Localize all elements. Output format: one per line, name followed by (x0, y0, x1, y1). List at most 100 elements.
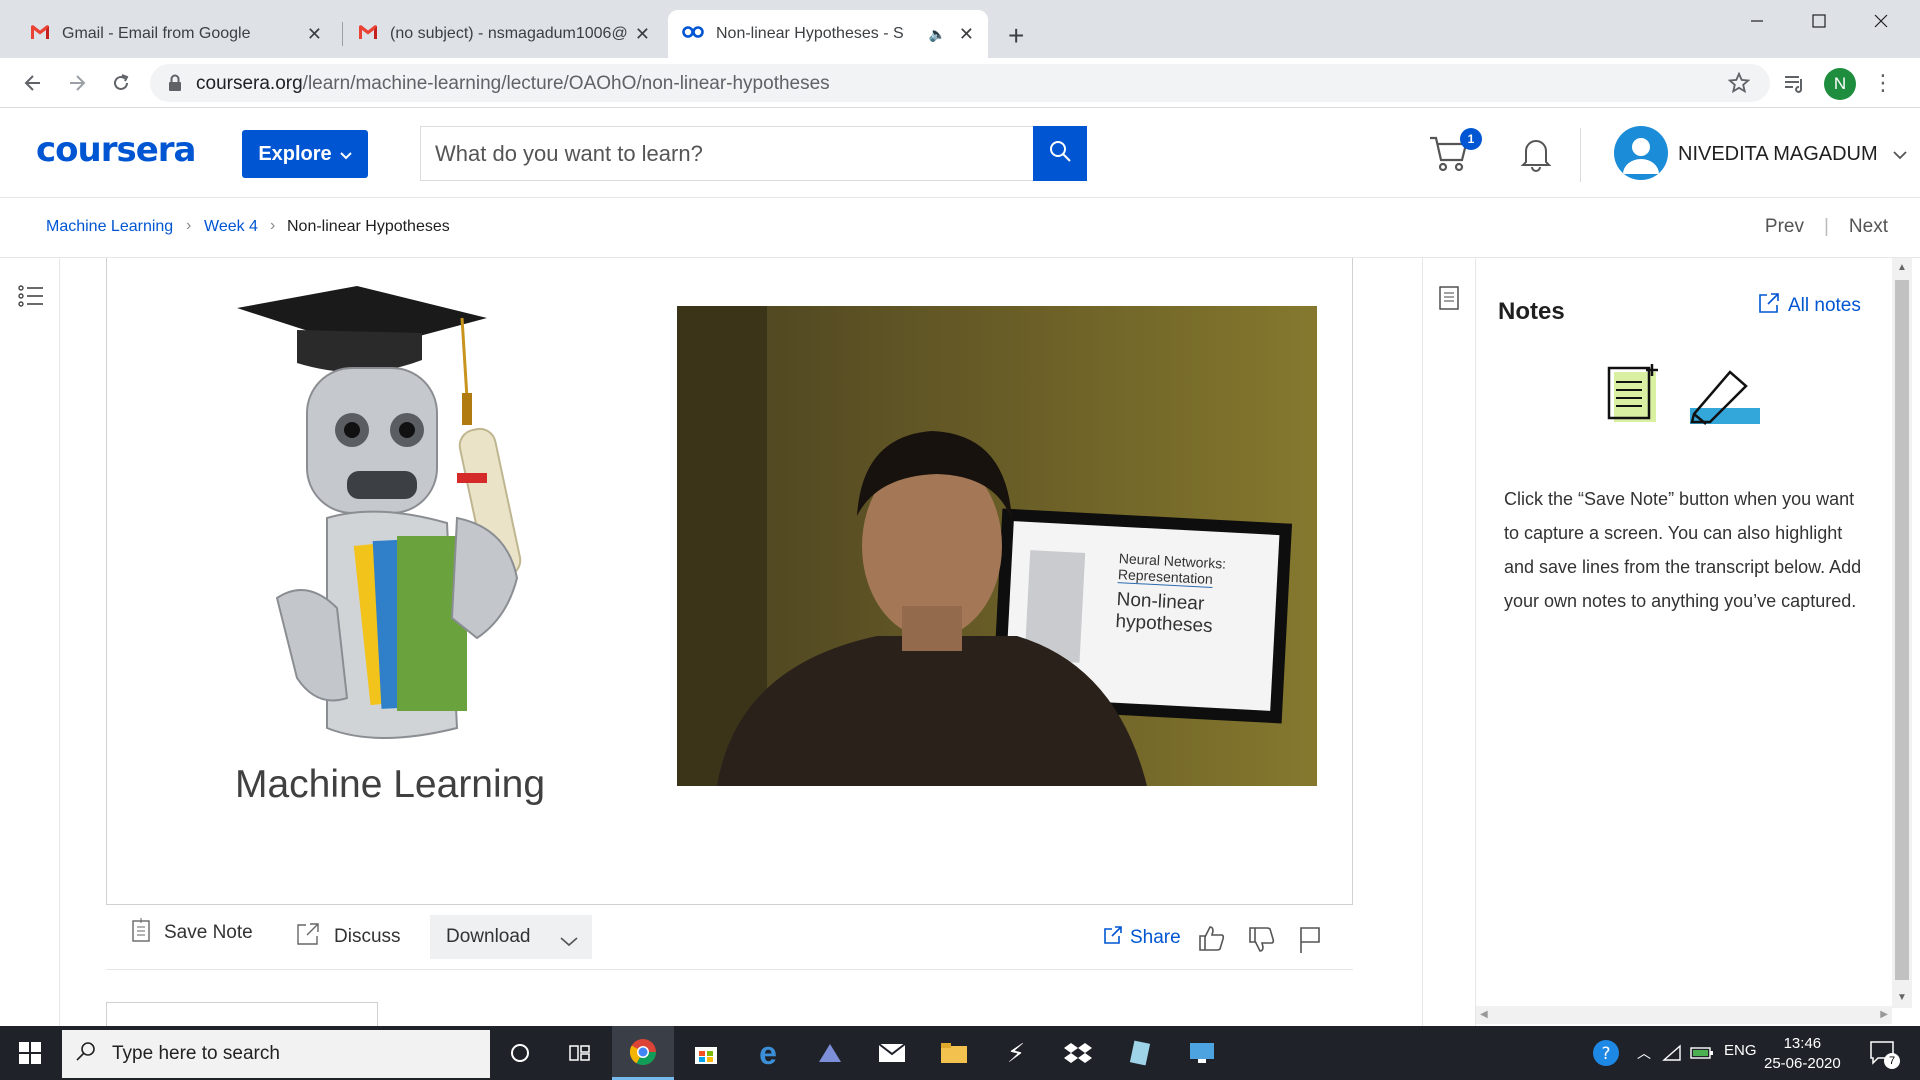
search-button[interactable] (1033, 126, 1087, 181)
app-lightning-icon[interactable]: ⚡ (998, 1035, 1034, 1071)
slide-caption: Machine Learning (235, 763, 546, 806)
gmail-icon (358, 24, 378, 45)
notes-instructions: Click the “Save Note” button when you wa… (1504, 489, 1862, 611)
share-label: Share (1130, 927, 1181, 948)
maximize-button[interactable] (1788, 0, 1850, 42)
speaker-mute-icon[interactable]: 🔈 (929, 26, 946, 43)
notes-illustration-icon (1607, 364, 1760, 425)
flag-icon[interactable] (1298, 926, 1322, 959)
chevron-right-icon: › (186, 217, 192, 234)
media-queue-icon[interactable] (1780, 68, 1810, 98)
new-tab-plus-icon[interactable]: + (1008, 20, 1024, 52)
close-tab-icon[interactable]: ✕ (307, 24, 322, 45)
browser-menu-icon[interactable]: ⋮ (1868, 68, 1898, 98)
share-button[interactable]: Share (1104, 926, 1181, 950)
store-icon[interactable] (688, 1035, 724, 1071)
user-menu[interactable]: NIVEDITA MAGADUM (1678, 143, 1907, 166)
input-language[interactable]: ENG (1724, 1042, 1757, 1059)
user-avatar-icon[interactable] (1614, 126, 1668, 180)
tab-non-linear-hypotheses[interactable]: Non-linear Hypotheses - Star 🔈 ✕ (668, 10, 988, 58)
breadcrumb-week[interactable]: Week 4 (204, 218, 258, 236)
bookmark-star-icon[interactable] (1727, 71, 1751, 99)
scroll-left-arrow-icon[interactable]: ◀ (1480, 1006, 1488, 1024)
taskbar-search[interactable]: Type here to search (62, 1030, 490, 1078)
close-tab-icon[interactable]: ✕ (959, 24, 974, 45)
clock-time: 13:46 (1783, 1035, 1822, 1052)
windows-start-icon[interactable] (12, 1035, 48, 1071)
lecturer-video-frame (677, 306, 1317, 786)
action-center-icon[interactable]: 7 (1864, 1035, 1900, 1071)
explore-button[interactable]: Explore (242, 130, 368, 178)
coursera-header: coursera Explore 1 NIVEDITA MAGADUM (0, 108, 1920, 198)
discuss-button[interactable]: Discuss (296, 922, 401, 952)
url-host: coursera.org (196, 73, 303, 94)
thumbs-down-icon[interactable] (1248, 926, 1276, 959)
thumbs-up-icon[interactable] (1198, 924, 1226, 957)
prev-link[interactable]: Prev (1765, 216, 1804, 238)
transcript-language-tab[interactable] (106, 1002, 378, 1028)
url-path: /learn/machine-learning/lecture/OAOhO/no… (302, 73, 830, 94)
search-input[interactable] (421, 127, 1034, 180)
horizontal-scrollbar[interactable]: ◀ ▶ (1476, 1006, 1892, 1024)
video-player[interactable]: Machine Learning Neural Networks: Repres… (106, 258, 1353, 905)
search-box (420, 126, 1034, 181)
back-button[interactable] (18, 68, 48, 98)
mail-icon[interactable] (874, 1035, 910, 1071)
forward-button[interactable] (62, 68, 92, 98)
scroll-right-arrow-icon[interactable]: ▶ (1880, 1006, 1888, 1024)
all-notes-link[interactable]: All notes (1758, 292, 1861, 320)
coursera-logo[interactable]: coursera (36, 130, 196, 170)
scroll-up-arrow-icon[interactable]: ▲ (1892, 258, 1912, 278)
nav-divider: | (1823, 216, 1829, 237)
tab-no-subject[interactable]: (no subject) - nsmagadum1006@ ✕ (344, 10, 664, 58)
scrollbar-thumb[interactable] (1895, 280, 1909, 980)
breadcrumb: Machine Learning › Week 4 › Non-linear H… (0, 198, 1920, 258)
cortana-icon[interactable] (502, 1035, 538, 1071)
address-bar[interactable]: coursera.org/learn/machine-learning/lect… (150, 64, 1770, 102)
notifications-bell-icon[interactable] (1518, 134, 1554, 177)
save-note-label: Save Note (164, 922, 253, 943)
download-dropdown[interactable]: Download (430, 915, 592, 959)
task-view-icon[interactable] (562, 1035, 598, 1071)
help-icon[interactable]: ? (1588, 1035, 1624, 1071)
profile-avatar[interactable]: N (1824, 68, 1856, 100)
chevron-down-icon (339, 143, 352, 166)
battery-icon[interactable] (1684, 1035, 1720, 1071)
lecture-actions: Save Note Discuss Download Share (106, 906, 1353, 970)
chevron-right-icon: › (270, 217, 276, 234)
outline-list-icon[interactable] (18, 284, 44, 313)
notes-title: Notes (1498, 298, 1565, 325)
svg-text:?: ? (1601, 1044, 1610, 1064)
next-link[interactable]: Next (1849, 216, 1888, 238)
notes-gutter (1422, 258, 1476, 1026)
app-icon[interactable] (812, 1035, 848, 1071)
save-note-button[interactable]: Save Note (132, 918, 253, 948)
gmail-icon (30, 24, 50, 45)
vertical-scrollbar[interactable]: ▲ ▼ (1892, 258, 1912, 1008)
close-window-button[interactable] (1850, 0, 1912, 42)
lecturer-video-feed: Neural Networks: Representation Non-line… (677, 306, 1317, 786)
reload-button[interactable] (106, 68, 136, 98)
breadcrumb-course[interactable]: Machine Learning (46, 218, 173, 236)
minimize-button[interactable] (1726, 0, 1788, 42)
chrome-taskbar-icon[interactable] (612, 1026, 674, 1080)
file-explorer-icon[interactable] (936, 1035, 972, 1071)
external-link-icon (296, 922, 320, 952)
edge-browser-icon[interactable]: e (750, 1035, 786, 1071)
scroll-down-arrow-icon[interactable]: ▼ (1892, 988, 1912, 1008)
app-monitor-icon[interactable] (1184, 1035, 1220, 1071)
close-tab-icon[interactable]: ✕ (635, 24, 650, 45)
dropbox-icon[interactable] (1060, 1035, 1096, 1071)
system-clock[interactable]: 13:46 25-06-2020 (1764, 1034, 1841, 1074)
notes-toggle-icon[interactable] (1439, 286, 1459, 315)
app-tablet-icon[interactable] (1122, 1035, 1158, 1071)
notification-count-badge: 7 (1884, 1053, 1900, 1069)
tab-title: Non-linear Hypotheses - Star (716, 25, 904, 42)
notes-panel: Notes All notes Click the “Save Note” bu… (1476, 258, 1892, 1026)
user-name: NIVEDITA MAGADUM (1678, 143, 1878, 165)
tab-separator (342, 22, 343, 46)
browser-tab-strip: Gmail - Email from Google ✕ (no subject)… (0, 0, 1920, 58)
tab-title: (no subject) - nsmagadum1006@ (390, 25, 628, 42)
tab-title: Gmail - Email from Google (62, 25, 251, 42)
tab-gmail[interactable]: Gmail - Email from Google ✕ (16, 10, 336, 58)
